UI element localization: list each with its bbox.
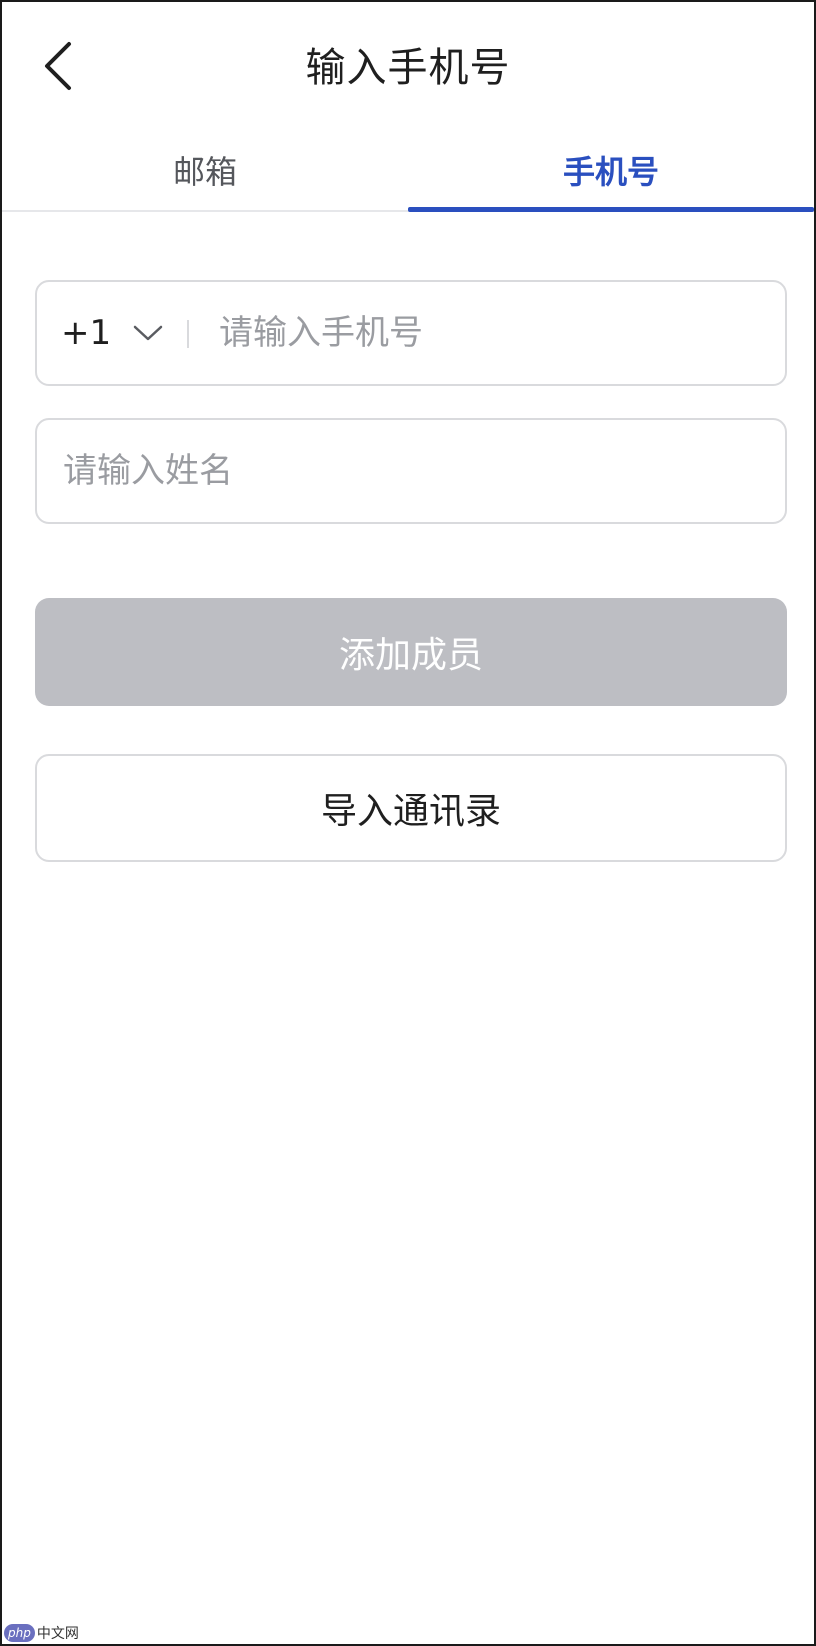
field-divider xyxy=(187,320,189,348)
watermark-text: 中文网 xyxy=(36,1626,79,1642)
app-screen: 输入手机号 邮箱 手机号 +1 添加成员 导入通讯录 php 中文网 xyxy=(0,0,816,1646)
tab-phone[interactable]: 手机号 xyxy=(408,134,814,212)
add-member-button[interactable]: 添加成员 xyxy=(35,598,787,706)
name-input[interactable] xyxy=(63,420,763,522)
watermark: php 中文网 xyxy=(4,1622,79,1644)
tab-email[interactable]: 邮箱 xyxy=(2,134,408,210)
import-contacts-button[interactable]: 导入通讯录 xyxy=(35,754,787,862)
page-title: 输入手机号 xyxy=(305,45,511,91)
tab-phone-label: 手机号 xyxy=(562,153,659,191)
name-field xyxy=(35,418,787,524)
tab-bar: 邮箱 手机号 xyxy=(2,134,814,212)
country-code-selector[interactable]: +1 xyxy=(61,282,163,384)
phone-number-input[interactable] xyxy=(219,282,759,384)
watermark-logo: php xyxy=(4,1624,35,1642)
header-bar: 输入手机号 xyxy=(2,2,814,134)
tab-email-label: 邮箱 xyxy=(172,153,237,191)
chevron-down-icon xyxy=(133,324,163,342)
phone-field: +1 xyxy=(35,280,787,386)
country-code: +1 xyxy=(61,313,112,353)
active-tab-indicator xyxy=(408,207,814,212)
